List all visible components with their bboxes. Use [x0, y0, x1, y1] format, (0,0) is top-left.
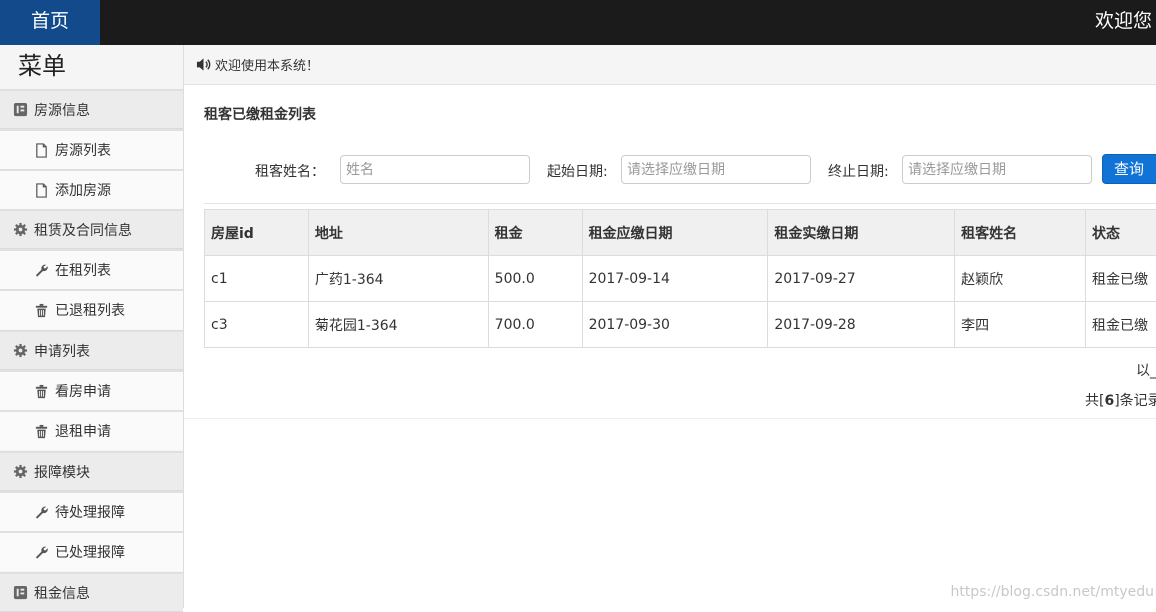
book-icon — [13, 102, 28, 117]
sidebar-group-label: 租赁及合同信息 — [34, 220, 132, 240]
sidebar-group-rent-info[interactable]: 租金信息 — [0, 572, 183, 612]
column-header: 租金 — [488, 210, 582, 256]
gear-icon — [13, 222, 28, 237]
gear-icon — [13, 343, 28, 358]
sidebar-item-returned-list[interactable]: 已退租列表 — [0, 289, 183, 329]
column-header: 租金实缴日期 — [768, 210, 955, 256]
sidebar-group-label: 房源信息 — [34, 100, 90, 120]
file-icon — [34, 183, 49, 198]
table-row: c1 广药1-364 500.0 2017-09-14 2017-09-27 赵… — [205, 256, 1156, 302]
column-header: 状态 — [1085, 210, 1156, 256]
sidebar-item-add-house[interactable]: 添加房源 — [0, 169, 183, 209]
trash-icon — [34, 384, 49, 399]
book-icon — [13, 585, 28, 600]
table-cell: 2017-09-28 — [768, 302, 955, 348]
record-count-suffix: ]条记录 — [1114, 393, 1156, 409]
start-date-label: 起始日期: — [547, 161, 608, 181]
wrench-icon — [34, 505, 49, 520]
sidebar-item-label: 房源列表 — [55, 140, 111, 160]
trash-icon — [34, 424, 49, 439]
table-cell: 租金已缴 — [1085, 256, 1156, 302]
sidebar-item-label: 已退租列表 — [55, 300, 125, 320]
sidebar-item-return-requests[interactable]: 退租申请 — [0, 410, 183, 450]
top-navbar: 首页 欢迎您 — [0, 0, 1156, 45]
table-cell: 菊花园1-364 — [308, 302, 488, 348]
column-header: 租金应缴日期 — [582, 210, 768, 256]
table-cell: 500.0 — [488, 256, 582, 302]
volume-icon — [196, 57, 211, 72]
tenant-name-input[interactable] — [340, 155, 530, 184]
sidebar-group-label: 申请列表 — [34, 341, 90, 361]
notice-text: 欢迎使用本系统！ — [215, 55, 319, 74]
sidebar-item-label: 待处理报障 — [55, 502, 125, 522]
column-header: 地址 — [308, 210, 488, 256]
sidebar-item-label: 看房申请 — [55, 381, 111, 401]
trash-icon — [34, 303, 49, 318]
table-cell: 2017-09-27 — [768, 256, 955, 302]
table-cell: 2017-09-30 — [582, 302, 768, 348]
sidebar-group-label: 报障模块 — [34, 462, 90, 482]
table-cell: c1 — [205, 256, 309, 302]
panel-bottom-border — [184, 418, 1156, 419]
sidebar-item-renting-list[interactable]: 在租列表 — [0, 249, 183, 289]
gear-icon — [13, 464, 28, 479]
record-count-value: 6 — [1104, 393, 1114, 409]
sidebar-group-house-info[interactable]: 房源信息 — [0, 89, 183, 129]
watermark: https://blog.csdn.net/mtyedu — [950, 584, 1154, 600]
sidebar-group-label: 租金信息 — [34, 583, 90, 603]
column-header: 房屋id — [205, 210, 309, 256]
home-tab[interactable]: 首页 — [0, 0, 100, 45]
table-cell: 2017-09-14 — [582, 256, 768, 302]
sidebar-item-done-repairs[interactable]: 已处理报障 — [0, 531, 183, 571]
end-date-label: 终止日期: — [828, 161, 889, 181]
table-cell: 赵颖欣 — [955, 256, 1086, 302]
table-cell: c3 — [205, 302, 309, 348]
sidebar-group-repairs[interactable]: 报障模块 — [0, 451, 183, 491]
sidebar-item-viewing-requests[interactable]: 看房申请 — [0, 370, 183, 410]
divider — [204, 203, 1156, 204]
sidebar-item-label: 已处理报障 — [55, 542, 125, 562]
notice-bar: 欢迎使用本系统！ — [184, 45, 1156, 85]
sidebar-item-label: 在租列表 — [55, 260, 111, 280]
record-count: 共[6]条记录 — [1085, 390, 1156, 410]
file-icon — [34, 143, 49, 158]
wrench-icon — [34, 263, 49, 278]
sidebar-item-house-list[interactable]: 房源列表 — [0, 129, 183, 169]
table-cell: 李四 — [955, 302, 1086, 348]
search-button[interactable]: 查询 — [1102, 154, 1156, 184]
sidebar-group-applications[interactable]: 申请列表 — [0, 330, 183, 370]
table-cell: 租金已缴 — [1085, 302, 1156, 348]
table-cell: 700.0 — [488, 302, 582, 348]
record-count-prefix: 共[ — [1085, 393, 1104, 409]
end-date-input[interactable] — [902, 155, 1092, 184]
sidebar-item-label: 添加房源 — [55, 180, 111, 200]
column-header: 租客姓名 — [955, 210, 1086, 256]
menu-title: 菜单 — [0, 45, 183, 89]
start-date-input[interactable] — [621, 155, 811, 184]
tenant-name-label: 租客姓名： — [255, 161, 325, 181]
welcome-text: 欢迎您 — [1095, 0, 1152, 45]
sidebar-group-lease-contract[interactable]: 租赁及合同信息 — [0, 209, 183, 249]
table-cell: 广药1-364 — [308, 256, 488, 302]
wrench-icon — [34, 545, 49, 560]
table-row: c3 菊花园1-364 700.0 2017-09-30 2017-09-28 … — [205, 302, 1156, 348]
page-title: 租客已缴租金列表 — [204, 104, 316, 124]
sidebar-item-pending-repairs[interactable]: 待处理报障 — [0, 491, 183, 531]
table-footer-partial: 以_ — [1136, 360, 1156, 380]
sidebar-item-label: 退租申请 — [55, 421, 111, 441]
rent-paid-table: 房屋id 地址 租金 租金应缴日期 租金实缴日期 租客姓名 状态 c1 广药1-… — [204, 209, 1156, 348]
table-header-row: 房屋id 地址 租金 租金应缴日期 租金实缴日期 租客姓名 状态 — [205, 210, 1156, 256]
